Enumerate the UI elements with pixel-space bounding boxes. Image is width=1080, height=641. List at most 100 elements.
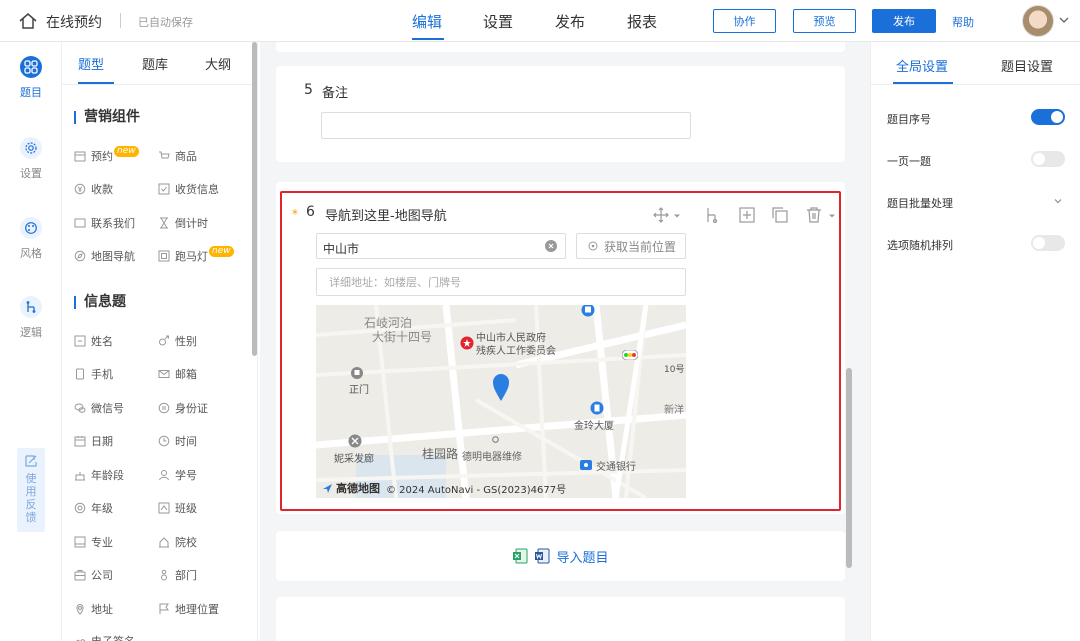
question-card-5[interactable]: 5 备注 [276, 66, 845, 162]
rail-item-settings[interactable]: 设置 [0, 137, 62, 181]
feedback-button[interactable]: 使用反馈 [17, 448, 45, 532]
component-map-navigation[interactable]: 地图导航 [74, 248, 135, 264]
shuffle-options-toggle[interactable] [1031, 235, 1065, 251]
tab-edit[interactable]: 编辑 [412, 11, 442, 32]
component-label: 公司 [91, 569, 113, 582]
component-geo-location[interactable]: 地理位置 [158, 601, 219, 617]
import-questions-button[interactable]: 导入题目 [276, 531, 845, 581]
setting-label: 题目序号 [887, 113, 931, 126]
question-card-previous[interactable] [276, 42, 845, 52]
one-per-page-toggle[interactable] [1031, 151, 1065, 167]
rail-item-questions[interactable]: 题目 [0, 56, 62, 100]
map-view[interactable]: 石岐河泊 大街十四号 中山市人民政府 残疾人工作委员会 10号 正门 金玲大厦 … [316, 305, 686, 498]
component-countdown[interactable]: 倒计时 [158, 215, 208, 231]
publish-button[interactable]: 发布 [872, 9, 936, 33]
avatar[interactable] [1022, 5, 1054, 37]
phone-icon [74, 368, 86, 380]
component-name[interactable]: 姓名 [74, 333, 113, 349]
contact-icon [74, 217, 86, 229]
tab-settings[interactable]: 设置 [483, 11, 513, 32]
component-shipping-info[interactable]: 收货信息 [158, 181, 219, 197]
map-label: 金玲大厦 [574, 421, 614, 432]
panel-scrollbar[interactable] [252, 42, 257, 356]
component-time[interactable]: 时间 [158, 433, 197, 449]
tab-question-settings[interactable]: 题目设置 [1001, 56, 1053, 75]
component-email[interactable]: 邮箱 [158, 366, 197, 382]
component-label: 班级 [175, 502, 197, 515]
collaborate-button[interactable]: 协作 [713, 9, 776, 33]
question-card-next[interactable] [276, 597, 845, 641]
question-number-toggle[interactable] [1031, 109, 1065, 125]
rail-item-style[interactable]: 风格 [0, 217, 62, 261]
component-phone[interactable]: 手机 [74, 366, 113, 382]
component-label: 电子签名 [91, 633, 135, 641]
get-location-button[interactable]: 获取当前位置 [576, 233, 686, 259]
component-contact-us[interactable]: 联系我们 [74, 215, 135, 231]
question-title: 导航到这里-地图导航 [325, 209, 447, 224]
component-wechat[interactable]: 微信号 [74, 400, 124, 416]
city-value: 中山市 [323, 242, 360, 256]
preview-button[interactable]: 预览 [793, 9, 856, 33]
rail-item-logic[interactable]: 逻辑 [0, 296, 62, 340]
component-class[interactable]: 班级 [158, 500, 197, 516]
delete-icon[interactable] [805, 206, 823, 224]
question-card-6[interactable]: * 6 导航到这里-地图导航 中山市 获取当前位置 详细地址：如楼层、门牌号 石… [280, 191, 841, 511]
component-company[interactable]: 公司 [74, 567, 113, 583]
component-id-card[interactable]: 身份证 [158, 400, 208, 416]
tab-question-types[interactable]: 题型 [78, 54, 104, 73]
component-grade[interactable]: 年级 [74, 500, 113, 516]
component-panel: 题型 题库 大纲 营销组件 预约 new 商品 收款 收货信息 联系我们 倒计时… [62, 42, 258, 641]
school-icon [158, 536, 170, 548]
marquee-icon [158, 250, 170, 262]
remark-textarea[interactable] [321, 112, 691, 139]
word-icon [535, 548, 550, 564]
component-address[interactable]: 地址 [74, 601, 113, 617]
component-school[interactable]: 院校 [158, 534, 197, 550]
flag-icon [158, 603, 170, 615]
map-label: 正门 [349, 385, 369, 396]
salon-icon [348, 434, 362, 448]
chevron-down-icon[interactable] [1053, 196, 1063, 206]
move-icon[interactable] [652, 206, 670, 224]
active-tab-indicator [412, 38, 444, 40]
component-product[interactable]: 商品 [158, 148, 197, 164]
tab-reports[interactable]: 报表 [627, 11, 657, 32]
component-label: 专业 [91, 536, 113, 549]
chevron-down-icon[interactable] [673, 212, 681, 220]
component-student-id[interactable]: 学号 [158, 467, 197, 483]
tab-question-bank[interactable]: 题库 [142, 54, 168, 73]
component-department[interactable]: 部门 [158, 567, 197, 583]
check-box-icon [158, 183, 170, 195]
setting-label: 选项随机排列 [887, 239, 953, 252]
component-marquee[interactable]: 跑马灯 new [158, 245, 234, 264]
chevron-down-icon[interactable] [828, 212, 836, 220]
component-gender[interactable]: 性别 [158, 333, 197, 349]
settings-panel: 全局设置 题目设置 题目序号 一页一题 题目批量处理 选项随机排列 [870, 42, 1080, 641]
major-icon [74, 536, 86, 548]
logic-icon[interactable] [703, 206, 721, 224]
component-age-range[interactable]: 年龄段 [74, 467, 124, 483]
copy-icon[interactable] [771, 206, 789, 224]
tab-publish[interactable]: 发布 [555, 11, 585, 32]
component-e-signature[interactable]: 电子签名 [74, 633, 135, 641]
canvas-scrollbar[interactable] [846, 368, 852, 568]
setting-label: 一页一题 [887, 155, 931, 168]
tab-global-settings[interactable]: 全局设置 [896, 56, 948, 75]
component-appointment[interactable]: 预约 new [74, 145, 139, 164]
traffic-light-icon [622, 350, 638, 360]
component-label: 收款 [91, 183, 113, 196]
component-date[interactable]: 日期 [74, 433, 113, 449]
tab-outline[interactable]: 大纲 [205, 54, 231, 73]
cart-icon [158, 150, 170, 162]
address-input[interactable]: 详细地址：如楼层、门牌号 [316, 268, 686, 296]
department-icon [158, 569, 170, 581]
component-payment[interactable]: 收款 [74, 181, 113, 197]
home-icon[interactable] [18, 11, 38, 31]
add-icon[interactable] [738, 206, 756, 224]
chevron-down-icon[interactable] [1058, 14, 1070, 26]
help-link[interactable]: 帮助 [952, 14, 974, 30]
city-input[interactable]: 中山市 [316, 233, 566, 259]
clear-icon[interactable] [545, 240, 557, 252]
question-number: 5 [304, 82, 313, 98]
component-major[interactable]: 专业 [74, 534, 113, 550]
